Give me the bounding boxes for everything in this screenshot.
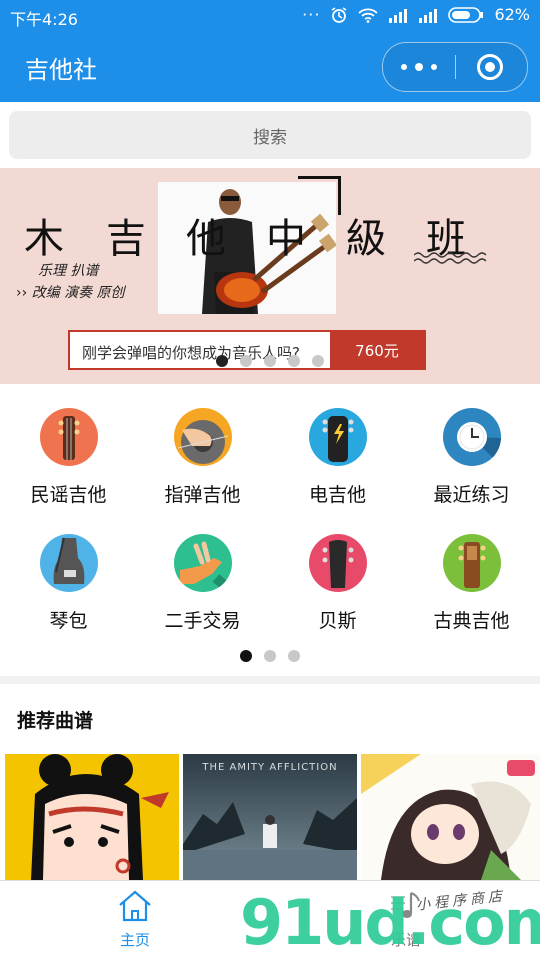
category-folk-guitar[interactable]: 民谣吉他 (1, 408, 136, 507)
pagination-dot[interactable] (240, 355, 252, 367)
category-guitar-bag[interactable]: 琴包 (1, 534, 136, 633)
wave-decoration (414, 252, 487, 264)
pagination-dot[interactable] (312, 355, 324, 367)
alarm-icon (331, 6, 347, 23)
pagination-dot[interactable] (288, 650, 300, 662)
banner-char: 中 (266, 216, 306, 262)
guitar-bag-icon (39, 534, 98, 592)
pagination-dot[interactable] (240, 650, 252, 662)
banner-char: 級 (346, 216, 386, 262)
category-label: 民谣吉他 (30, 484, 107, 506)
price-tag: 760元 (330, 332, 424, 368)
bass-icon (308, 534, 367, 592)
arrow-icon: ›› (16, 285, 32, 301)
search-placeholder: 搜索 (253, 127, 287, 148)
banner-char: 木 (24, 216, 64, 262)
category-recent-practice[interactable]: 最近练习 (404, 408, 539, 507)
nav-bar: 吉他社 (0, 32, 540, 102)
category-label: 琴包 (49, 610, 88, 632)
electric-guitar-icon (308, 408, 367, 466)
banner-subtitle: ›› 改编 演奏 原创 (16, 285, 125, 301)
pagination-dot[interactable] (288, 355, 300, 367)
watermark: 91ud.com 小程序商店 (240, 884, 540, 960)
home-icon (119, 890, 151, 922)
banner-pagination (216, 355, 324, 367)
signal-icon (389, 8, 408, 23)
banner-char: 吉 (106, 216, 146, 262)
banner-char: 他 (186, 216, 226, 262)
category-electric-guitar[interactable]: 电吉他 (270, 408, 405, 507)
category-label: 最近练习 (433, 484, 510, 506)
search-input[interactable]: 搜索 (9, 111, 531, 159)
status-icons: ··· 62% (302, 5, 530, 24)
cartoon-warrior-image (5, 754, 179, 880)
more-dot-icon (415, 63, 423, 71)
miniprogram-capsule (382, 42, 528, 92)
category-label: 指弹吉他 (164, 484, 241, 506)
category-second-hand[interactable]: 二手交易 (135, 534, 270, 633)
status-bar: 下午4:26 ··· 62% (0, 0, 540, 32)
trade-hand-icon (173, 534, 232, 592)
category-classical-guitar[interactable]: 古典吉他 (404, 534, 539, 633)
more-button[interactable] (401, 58, 437, 76)
tab-label: 主页 (119, 931, 150, 949)
battery-icon (448, 6, 484, 23)
page-title: 吉他社 (25, 56, 97, 84)
tab-home[interactable]: 主页 (95, 889, 175, 950)
status-time: 下午4:26 (10, 10, 78, 29)
banner-subtitle: 乐理 扒谱 (38, 263, 99, 279)
capsule-divider (455, 55, 456, 79)
category-fingerstyle-guitar[interactable]: 指弹吉他 (135, 408, 270, 507)
anime-girl-image (361, 754, 540, 880)
score-thumbnail[interactable] (361, 754, 540, 880)
category-bass[interactable]: 贝斯 (270, 534, 405, 633)
battery-level: 62% (494, 5, 530, 24)
category-label: 贝斯 (318, 610, 357, 632)
category-label: 二手交易 (164, 610, 241, 632)
close-miniprogram-button[interactable] (477, 54, 503, 80)
section-title: 推荐曲谱 (17, 710, 94, 732)
signal-icon-2 (419, 8, 438, 23)
more-dots-icon: ··· (302, 5, 321, 24)
category-pagination (240, 650, 300, 662)
category-grid: 民谣吉他 指弹吉他 电吉他 最近练习 琴包 二手交易 贝斯 古典吉他 (0, 384, 540, 676)
search-bar: 搜索 (0, 102, 540, 168)
clock-icon (442, 408, 501, 466)
score-thumbnail[interactable] (5, 754, 179, 880)
pagination-dot[interactable] (264, 650, 276, 662)
more-dot-icon (431, 64, 437, 70)
folk-guitar-icon (39, 408, 98, 466)
wifi-icon (358, 8, 379, 23)
category-label: 古典吉他 (433, 610, 510, 632)
more-dot-icon (401, 64, 407, 70)
category-label: 电吉他 (308, 484, 366, 506)
recommended-scores: 推荐曲谱 THE AMITY AFFLICTION (0, 684, 540, 880)
promo-banner[interactable]: 木 吉 他 中 級 班 乐理 扒谱 ›› 改编 演奏 原创 刚学会弹唱的你想成为… (0, 168, 540, 384)
fingerstyle-guitar-icon (173, 408, 232, 466)
pagination-dot[interactable] (216, 355, 228, 367)
score-thumbnail[interactable]: THE AMITY AFFLICTION (183, 754, 357, 880)
classical-guitar-icon (442, 534, 501, 592)
pagination-dot[interactable] (264, 355, 276, 367)
album-title: THE AMITY AFFLICTION (202, 762, 338, 773)
